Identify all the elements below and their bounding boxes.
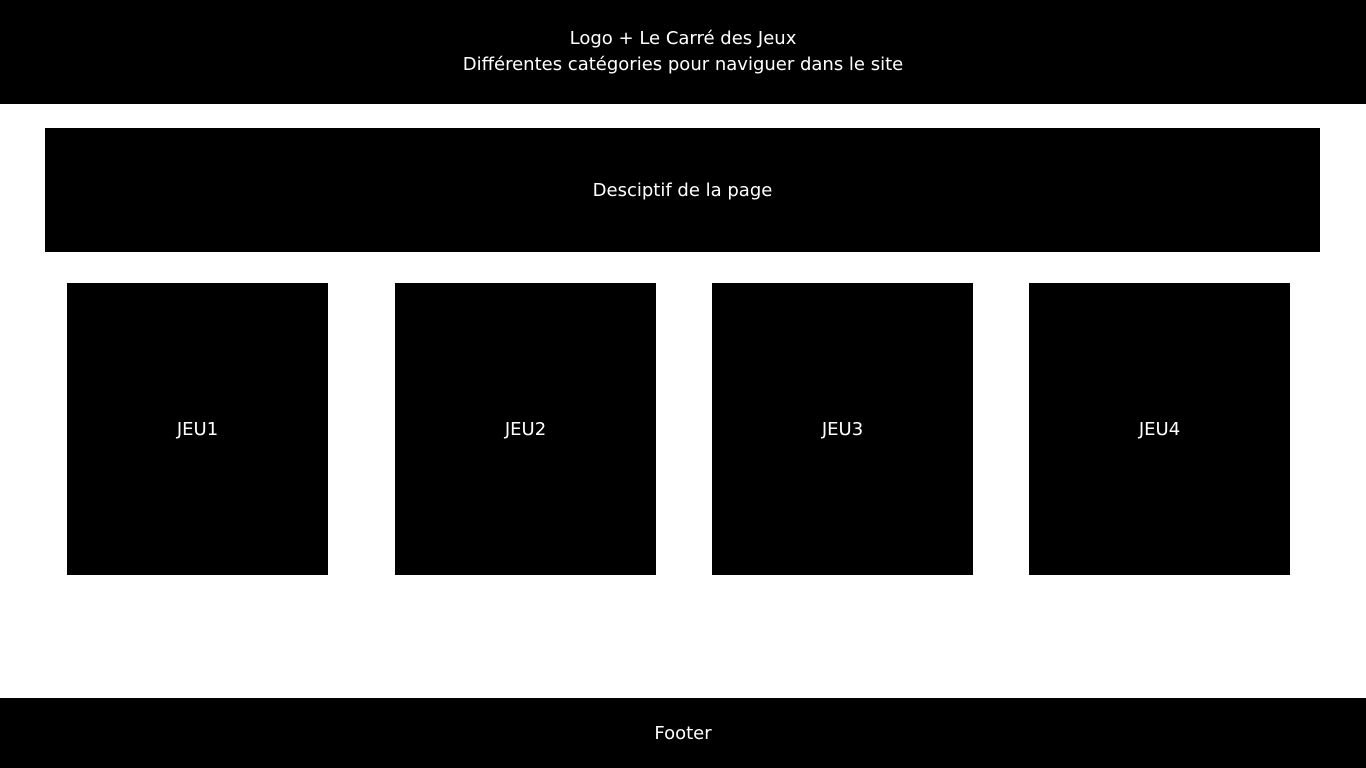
game-card-2[interactable]: JEU2 [395, 283, 656, 575]
game-card-label: JEU2 [504, 418, 547, 440]
page-description: Desciptif de la page [592, 179, 773, 201]
footer-label: Footer [654, 722, 712, 744]
game-card-4[interactable]: JEU4 [1029, 283, 1290, 575]
page-description-banner: Desciptif de la page [45, 128, 1320, 252]
nav-categories[interactable]: Différentes catégories pour naviguer dan… [463, 52, 904, 78]
game-card-label: JEU3 [821, 418, 864, 440]
game-card-1[interactable]: JEU1 [67, 283, 328, 575]
game-card-3[interactable]: JEU3 [712, 283, 973, 575]
game-card-label: JEU4 [1138, 418, 1181, 440]
site-title[interactable]: Logo + Le Carré des Jeux [570, 26, 797, 52]
page: Logo + Le Carré des Jeux Différentes cat… [0, 0, 1366, 768]
site-footer: Footer [0, 698, 1366, 768]
site-header: Logo + Le Carré des Jeux Différentes cat… [0, 0, 1366, 104]
game-card-label: JEU1 [176, 418, 219, 440]
